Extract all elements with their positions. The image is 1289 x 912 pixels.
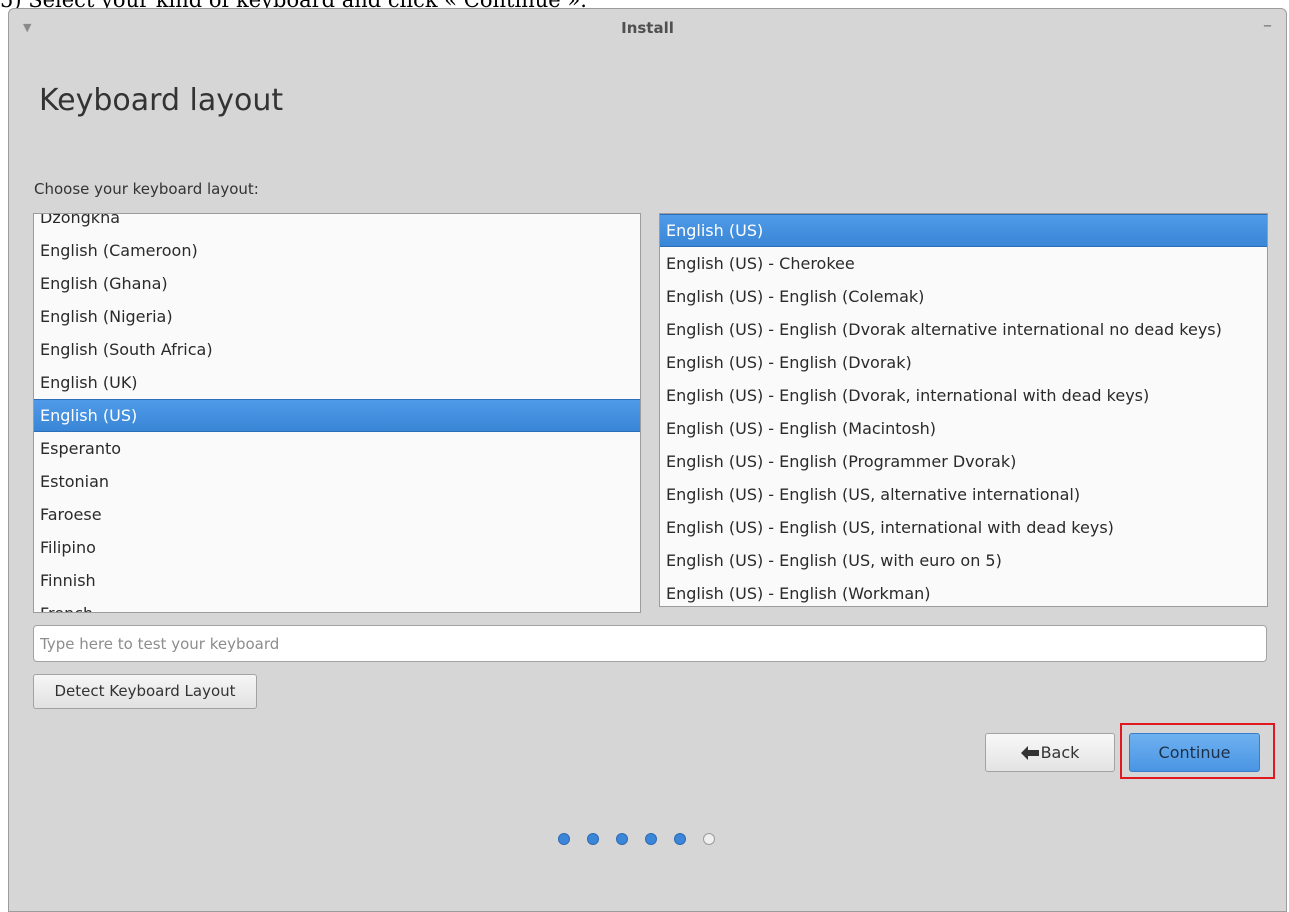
variant-list-item[interactable]: English (US) - English (Dvorak alternati… [660,313,1267,346]
variant-list-item[interactable]: English (US) - English (Workman) [660,577,1267,606]
variant-list-item[interactable]: English (US) - English (Colemak) [660,280,1267,313]
variant-list-item[interactable]: English (US) - English (Dvorak) [660,346,1267,379]
layout-list-item[interactable]: Estonian [34,465,640,498]
variant-list-item[interactable]: English (US) - English (US, alternative … [660,478,1267,511]
layout-list-item[interactable]: English (UK) [34,366,640,399]
layout-list-item[interactable]: Faroese [34,498,640,531]
back-button[interactable]: Back [985,733,1115,772]
progress-dot-complete [558,833,570,845]
detect-keyboard-layout-button[interactable]: Detect Keyboard Layout [33,674,257,709]
progress-dot-complete [645,833,657,845]
layout-list[interactable]: Dzongkha English (Cameroon) English (Ghana… [33,213,641,613]
layout-list-item[interactable]: English (Cameroon) [34,234,640,267]
layout-list-item[interactable]: English (Ghana) [34,267,640,300]
variant-list-item[interactable]: English (US) - English (Programmer Dvora… [660,445,1267,478]
back-button-label: Back [1040,743,1080,762]
variant-list-item[interactable]: English (US) - Cherokee [660,247,1267,280]
layout-list-item[interactable]: English (South Africa) [34,333,640,366]
layout-list-item[interactable]: English (Nigeria) [34,300,640,333]
layout-list-item[interactable]: Dzongkha [34,214,640,234]
progress-dot-complete [616,833,628,845]
keyboard-test-input[interactable] [33,625,1267,662]
layout-list-item[interactable]: Filipino [34,531,640,564]
title-bar: ▼ Install – [9,9,1286,49]
variant-list-item[interactable]: English (US) - English (US, internationa… [660,511,1267,544]
continue-button[interactable]: Continue [1129,733,1260,772]
choose-layout-label: Choose your keyboard layout: [34,180,259,198]
installer-window: ▼ Install – Keyboard layout Choose your … [8,8,1287,912]
page-title: Keyboard layout [39,83,284,118]
layout-list-item[interactable]: French [34,597,640,612]
layout-list-item[interactable]: Finnish [34,564,640,597]
window-title: Install [621,19,674,37]
variant-list-item[interactable]: English (US) - English (Macintosh) [660,412,1267,445]
layout-list-item[interactable]: Esperanto [34,432,640,465]
variant-list[interactable]: English (US) English (US) - Cherokee Engli… [659,213,1268,607]
progress-dot-complete [674,833,686,845]
variant-list-item[interactable]: English (US) [660,214,1267,247]
progress-indicator [558,833,715,845]
progress-dot-complete [587,833,599,845]
arrow-left-icon [1020,745,1039,760]
variant-list-item[interactable]: English (US) - English (Dvorak, internat… [660,379,1267,412]
layout-list-item[interactable]: English (US) [34,399,640,432]
progress-dot-pending [703,833,715,845]
minimize-button[interactable]: – [1263,15,1272,36]
variant-list-item[interactable]: English (US) - English (US, with euro on… [660,544,1267,577]
